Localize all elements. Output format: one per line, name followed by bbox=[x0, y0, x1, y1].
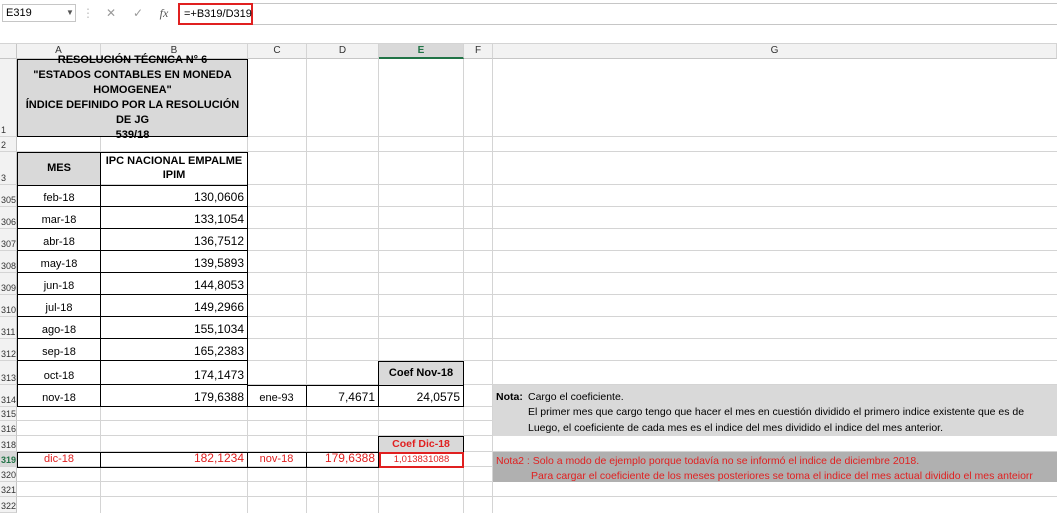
row-header[interactable]: 308 bbox=[0, 251, 17, 273]
ipc-cell[interactable]: 149,2966 bbox=[100, 295, 248, 317]
row-header[interactable]: 313 bbox=[0, 361, 17, 385]
row-header[interactable]: 307 bbox=[0, 229, 17, 251]
header-mes[interactable]: MES bbox=[17, 152, 101, 186]
chevron-down-icon[interactable]: ▼ bbox=[64, 4, 76, 22]
note-line: Luego, el coeficiente de cada mes es el … bbox=[528, 422, 943, 434]
row-header[interactable]: 310 bbox=[0, 295, 17, 317]
prev-mes-cell[interactable]: nov-18 bbox=[247, 452, 307, 468]
row-header[interactable]: 314 bbox=[0, 385, 17, 407]
mes-cell[interactable]: mar-18 bbox=[17, 207, 101, 229]
base-mes-cell[interactable]: ene-93 bbox=[247, 385, 307, 407]
ipc-cell[interactable]: 133,1054 bbox=[100, 207, 248, 229]
title-line: ÍNDICE DEFINIDO POR LA RESOLUCIÓN DE JG bbox=[25, 99, 240, 126]
prev-ipc-cell[interactable]: 179,6388 bbox=[306, 451, 379, 468]
note-line: El primer mes que cargo tengo que hacer … bbox=[528, 406, 1025, 418]
mes-cell[interactable]: jul-18 bbox=[17, 295, 101, 317]
mes-cell[interactable]: jun-18 bbox=[17, 273, 101, 295]
ipc-cell[interactable]: 174,1473 bbox=[100, 361, 248, 385]
mes-cell[interactable]: abr-18 bbox=[17, 229, 101, 251]
mes-cell[interactable]: sep-18 bbox=[17, 339, 101, 361]
title-line: 539/18 bbox=[115, 129, 150, 141]
column-header-d[interactable]: D bbox=[307, 44, 379, 59]
row-header[interactable]: 322 bbox=[0, 497, 17, 513]
ipc-cell[interactable]: 130,0606 bbox=[100, 185, 248, 207]
row-header[interactable]: 3 bbox=[0, 152, 17, 185]
title-line: RESOLUCIÓN TÉCNICA N° 6 bbox=[57, 54, 208, 66]
header-ipc-line: IPC NACIONAL EMPALME bbox=[105, 155, 243, 167]
mes-cell[interactable]: dic-18 bbox=[17, 452, 101, 468]
coef-dic-header[interactable]: Coef Dic-18 bbox=[378, 436, 464, 452]
coef-dic-cell-selected[interactable]: 1,013831088 bbox=[379, 452, 464, 468]
header-ipc-line: IPIM bbox=[162, 169, 186, 181]
mes-cell[interactable]: feb-18 bbox=[17, 185, 101, 207]
ipc-cell[interactable]: 155,1034 bbox=[100, 317, 248, 339]
row-header[interactable]: 316 bbox=[0, 421, 17, 436]
column-header-f[interactable]: F bbox=[464, 44, 493, 59]
row-header[interactable]: 306 bbox=[0, 207, 17, 229]
insert-function-icon[interactable]: fx bbox=[155, 4, 173, 22]
row-header[interactable]: 319 bbox=[0, 452, 17, 467]
ipc-cell[interactable]: 144,8053 bbox=[100, 273, 248, 295]
mes-cell[interactable]: may-18 bbox=[17, 251, 101, 273]
formula-input-extension[interactable] bbox=[253, 3, 1057, 25]
row-header[interactable]: 2 bbox=[0, 137, 17, 152]
note2-line: Nota2 : Solo a modo de ejemplo porque to… bbox=[496, 455, 920, 467]
row-header[interactable]: 305 bbox=[0, 185, 17, 207]
cancel-icon[interactable]: ✕ bbox=[101, 4, 121, 22]
ipc-cell[interactable]: 139,5893 bbox=[100, 251, 248, 273]
mes-cell[interactable]: oct-18 bbox=[17, 361, 101, 385]
row-header[interactable]: 309 bbox=[0, 273, 17, 295]
select-all-corner[interactable] bbox=[0, 44, 17, 59]
row-header[interactable]: 311 bbox=[0, 317, 17, 339]
column-header-g[interactable]: G bbox=[493, 44, 1057, 59]
mes-cell[interactable]: ago-18 bbox=[17, 317, 101, 339]
ipc-cell[interactable]: 136,7512 bbox=[100, 229, 248, 251]
ipc-cell[interactable]: 165,2383 bbox=[100, 339, 248, 361]
row-header[interactable]: 318 bbox=[0, 436, 17, 452]
formula-input[interactable]: =+B319/D319 bbox=[178, 3, 253, 25]
coef-nov-cell[interactable]: 24,0575 bbox=[378, 385, 464, 407]
title-block[interactable]: RESOLUCIÓN TÉCNICA N° 6 "ESTADOS CONTABL… bbox=[17, 54, 248, 141]
ipc-cell[interactable]: 179,6388 bbox=[100, 385, 248, 407]
title-line: "ESTADOS CONTABLES EN MONEDA bbox=[33, 69, 232, 81]
row-header[interactable]: 1 bbox=[0, 59, 17, 137]
enter-icon[interactable]: ✓ bbox=[128, 4, 148, 22]
note-label: Nota: bbox=[496, 391, 523, 403]
drag-handle-icon[interactable]: ⋮ bbox=[82, 4, 94, 22]
row-header[interactable]: 315 bbox=[0, 407, 17, 421]
title-line: HOMOGENEA" bbox=[93, 84, 172, 96]
note2-line: Para cargar el coeficiente de los meses … bbox=[531, 470, 1033, 482]
row-header[interactable]: 320 bbox=[0, 467, 17, 482]
base-ipc-cell[interactable]: 7,4671 bbox=[306, 385, 379, 407]
ipc-cell[interactable]: 182,1234 bbox=[100, 451, 248, 468]
column-header-e[interactable]: E bbox=[379, 44, 464, 59]
row-header[interactable]: 312 bbox=[0, 339, 17, 361]
mes-cell[interactable]: nov-18 bbox=[17, 385, 101, 407]
coef-nov-header[interactable]: Coef Nov-18 bbox=[378, 361, 464, 386]
column-header-c[interactable]: C bbox=[248, 44, 307, 59]
row-header[interactable]: 321 bbox=[0, 482, 17, 497]
header-ipc[interactable]: IPC NACIONAL EMPALME IPIM bbox=[100, 152, 248, 186]
note-line: Cargo el coeficiente. bbox=[528, 391, 624, 403]
